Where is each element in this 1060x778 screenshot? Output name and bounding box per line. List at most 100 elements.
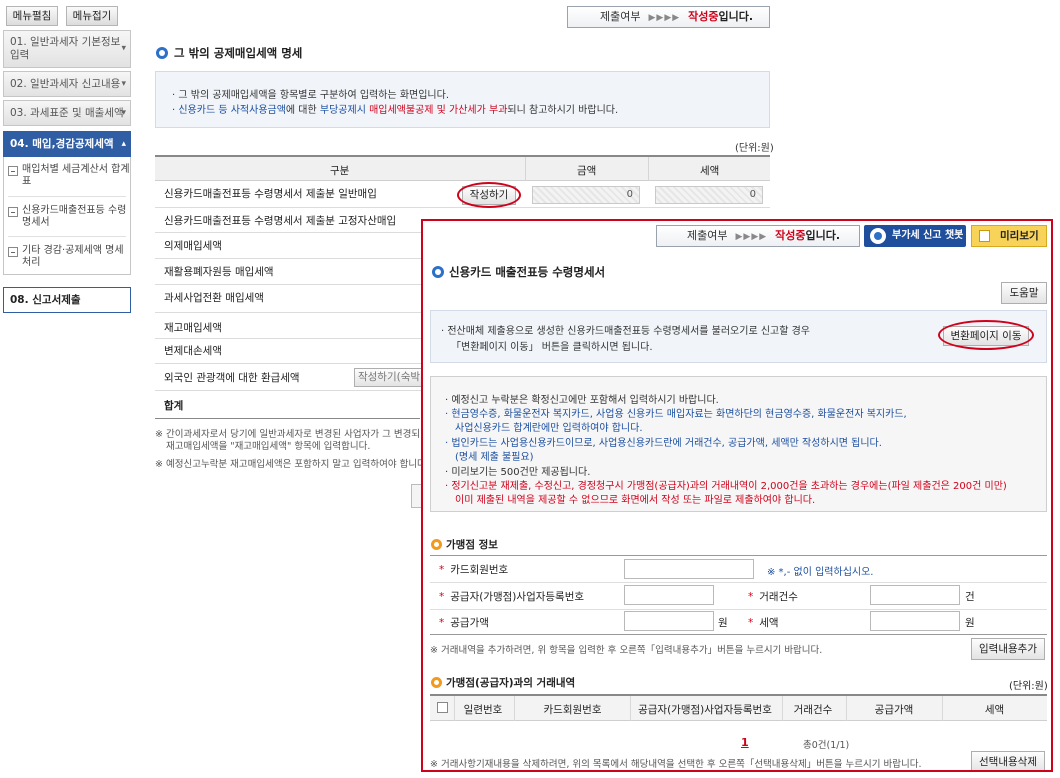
highlight-circle [457,182,521,208]
sidebar-subitem-card-statement[interactable]: 신용카드매출전표등 수령명세서 [4,205,130,229]
sidebar-item-basic-info[interactable]: 01. 일반과세자 기본정보 입력 ▾ [3,30,131,68]
note-line: · 현금영수증, 화물운전자 복지카드, 사업용 신용카드 매입자료는 화면하단… [445,409,907,420]
card-statement-popup: 제출여부 ▶▶▶▶ 작성중입니다. 부가세 신고 챗봇 미리보기 신용카드 매출전표… [421,219,1053,772]
sidebar-subitem-label: 신용카드매출전표등 수령명세서 [22,205,127,228]
card-number-label: * 카드회원번호 [439,564,509,576]
row-label: 의제매입세액 [164,240,222,252]
sidebar-item-label: 08. 신고서제출 [10,294,81,306]
label-text: 공급자(가맹점)사업자등록번호 [450,591,585,603]
sidebar-subitem-other-deduction[interactable]: 기타 경감·공제세액 명세 처리 [4,245,130,269]
sidebar-item-label: 02. 일반과세자 신고내용 [10,78,121,90]
info-line: · 그 밖의 공제매입세액을 항목별로 구분하여 입력하는 화면입니다. [172,90,450,101]
sidebar-subitem-tax-invoice[interactable]: 매입처별 세금계산서 합계표 [4,164,130,188]
chevron-down-icon: ▾ [121,79,126,89]
info-box: · 그 밖의 공제매입세액을 항목별로 구분하여 입력하는 화면입니다. · 신… [155,71,770,128]
tax-input[interactable] [870,611,960,631]
chatbot-icon [870,228,886,244]
add-entry-button[interactable]: 입력내용추가 [971,638,1045,660]
info-text: 되니 참고하시기 바랍니다. [507,105,619,116]
column-header: 세액 [700,165,720,177]
info-text: 매입세액불공제 및 가산세가 부과 [369,105,508,116]
total-count: 총0건(1/1) [803,740,850,751]
delete-selected-button[interactable]: 선택내용삭제 [971,751,1045,770]
page-title: 그 밖의 공제매입세액 명세 [174,46,303,60]
count-input[interactable] [870,585,960,605]
count-label: * 거래건수 [748,591,798,603]
page-link[interactable]: 1 [741,736,749,749]
add-note: ※ 거래내역을 추가하려면, 위 항목을 입력한 후 오른쪽「입력내용추가」버튼… [430,645,823,656]
divider [430,634,1047,635]
tax-label: * 세액 [748,617,779,629]
minus-box-icon [8,247,18,257]
status-value: 작성중 [775,229,806,242]
select-all-checkbox[interactable] [437,702,448,713]
collapse-menu-button[interactable]: 메뉴접기 [66,6,118,26]
card-number-input[interactable] [624,559,754,579]
divider [8,236,126,237]
divider [430,555,1047,556]
column-header: 세액 [984,704,1005,716]
amount-field: 0 [532,186,640,204]
note-text: 재고매입세액을 "재고매입세액" 항목에 입력합니다. [166,441,371,452]
sidebar-subitem-label: 기타 경감·공제세액 명세 처리 [22,245,124,268]
info-line: · 신용카드 등 사적사용금액에 대한 부당공제시 매입세액불공제 및 가산세가… [172,105,619,116]
note-line: · 미리보기는 500건만 제공됩니다. [445,467,591,478]
document-icon [979,230,990,242]
section-title-merchant: 가맹점 정보 [446,539,498,551]
column-header: 구분 [330,165,350,177]
table-header: 구분 금액 세액 [155,155,770,181]
note-line: · 법인카드는 사업용신용카드이므로, 사업용신용카드란에 거래건수, 공급가액… [445,438,882,449]
column-header: 금액 [577,165,597,177]
supply-amount-input[interactable] [624,611,714,631]
biz-number-label: * 공급자(가맹점)사업자등록번호 [439,591,585,603]
chevron-up-icon: ▴ [121,139,126,149]
divider [430,582,1047,583]
unit-label: (단위:원) [1009,681,1048,692]
row-label: 신용카드매출전표등 수령명세서 제출분 일반매입 [164,188,377,200]
chevron-down-icon: ▾ [121,43,126,54]
unit-label: (단위:원) [735,143,774,154]
bullet-icon [431,539,442,550]
tax-field: 0 [655,186,763,204]
note-line: 이미 제출된 내역을 제공할 수 없으므로 화면에서 작성 또는 파일로 제출하… [455,495,816,506]
help-button[interactable]: 도움말 [1001,282,1047,304]
sidebar-subitem-label: 매입처별 세금계산서 합계표 [22,164,130,187]
arrow-icon: ▶▶▶▶ [648,13,681,23]
sidebar-item-label: 01. 일반과세자 기본정보 입력 [10,36,121,61]
info-text: 그 밖의 공제매입세액을 항목별로 구분하여 입력하는 화면입니다. [178,90,450,101]
sidebar-item-deduction[interactable]: 04. 매입,경감공제세액 ▴ [3,131,131,157]
sidebar-item-label: 04. 매입,경감공제세액 [10,138,114,150]
column-header: 일련번호 [463,704,503,716]
sidebar-item-report-content[interactable]: 02. 일반과세자 신고내용 ▾ [3,71,131,97]
label-text: 카드회원번호 [450,564,509,576]
card-number-hint: ※ *,- 없이 입력하십시오. [767,567,874,578]
biz-number-input[interactable] [624,585,714,605]
popup-submission-status: 제출여부 ▶▶▶▶ 작성중입니다. [656,225,860,247]
row-label: 합계 [164,400,184,412]
row-label: 외국인 관광객에 대한 환급세액 [164,372,300,384]
info-text: 신용카드 등 사적사용금액 [178,105,286,116]
sidebar-item-label: 03. 과세표준 및 매출세액 [10,107,124,119]
tax-unit: 원 [965,617,975,629]
highlight-circle [938,320,1034,350]
status-suffix: 입니다. [805,229,841,242]
supply-unit: 원 [718,617,728,629]
divider [430,609,1047,610]
status-suffix: 입니다. [718,10,754,23]
chatbot-button[interactable]: 부가세 신고 챗봇 [864,225,966,247]
info-text: 에 대한 [285,105,320,116]
sidebar-item-submit[interactable]: 08. 신고서제출 [3,287,131,313]
label-text: 세액 [759,617,779,629]
info-text: 전산매체 제출용으로 생성한 신용카드매출전표등 수령명세서를 불러오기로 신고… [447,326,811,337]
row-label: 변제대손세액 [164,345,222,357]
expand-menu-button[interactable]: 메뉴펼침 [6,6,58,26]
info-text: 「변환페이지 이동」 버튼을 클릭하시면 됩니다. [451,342,653,353]
convert-info-box: · 전산매체 제출용으로 생성한 신용카드매출전표등 수령명세서를 불러오기로 … [430,310,1047,363]
sidebar-item-tax-base[interactable]: 03. 과세표준 및 매출세액 ▾ [3,100,131,126]
chevron-down-icon: ▾ [121,108,126,118]
write-accommodation-button[interactable]: 작성하기(숙박 [354,368,424,387]
preview-button[interactable]: 미리보기 [971,225,1047,247]
bullet-icon [432,266,444,278]
popup-title: 신용카드 매출전표등 수령명세서 [449,265,606,279]
notes-box: · 예정신고 누락분은 확정신고에만 포함해서 입력하시기 바랍니다. · 현금… [430,376,1047,512]
